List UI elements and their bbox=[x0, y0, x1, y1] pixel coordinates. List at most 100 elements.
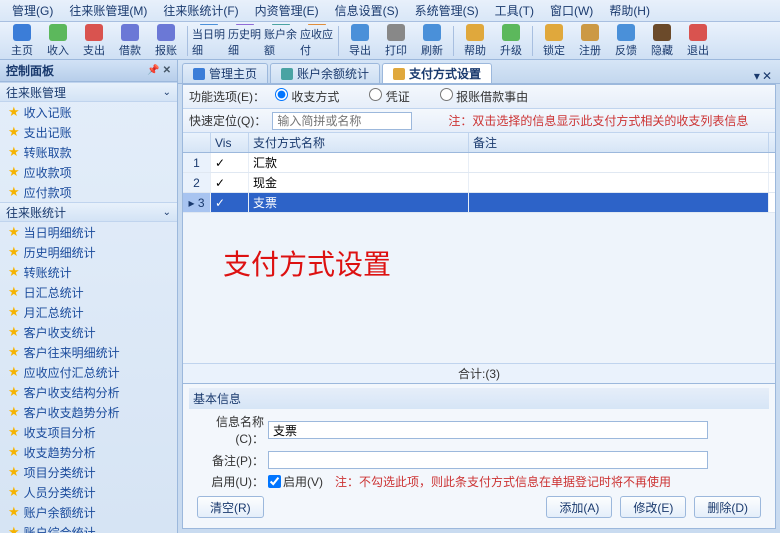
tab-管理主页[interactable]: 管理主页 bbox=[182, 63, 268, 83]
menuitem[interactable]: 往来账统计(F) bbox=[155, 0, 246, 21]
pin-icon[interactable]: 📌 ✕ bbox=[147, 65, 171, 76]
toolbar-退出[interactable]: 退出 bbox=[681, 24, 715, 58]
sidebar-item-label: 应收应付汇总统计 bbox=[24, 364, 120, 381]
name-input[interactable] bbox=[268, 421, 708, 439]
del-button[interactable]: 删除(D) bbox=[694, 496, 761, 518]
menuitem[interactable]: 内资管理(E) bbox=[247, 0, 327, 21]
sidebar-item[interactable]: ★转账取款 bbox=[0, 142, 177, 162]
sidebar-item-label: 账户综合统计 bbox=[24, 524, 96, 533]
sidebar-item[interactable]: ★客户收支结构分析 bbox=[0, 382, 177, 402]
toolbar-报账[interactable]: 报账 bbox=[149, 24, 183, 58]
table-row[interactable]: 1✓汇款 bbox=[183, 153, 775, 173]
note-input[interactable] bbox=[268, 451, 708, 469]
tab-label: 账户余额统计 bbox=[297, 65, 369, 82]
sidebar-item[interactable]: ★客户收支趋势分析 bbox=[0, 402, 177, 422]
star-icon: ★ bbox=[8, 164, 20, 180]
radio-报账借款事由[interactable]: 报账借款事由 bbox=[440, 90, 528, 104]
toolbar-separator bbox=[338, 26, 339, 56]
toolbar-升级[interactable]: 升级 bbox=[494, 24, 528, 58]
toolbar-隐藏[interactable]: 隐藏 bbox=[645, 24, 679, 58]
toolbar-历史明细[interactable]: 历史明细 bbox=[228, 24, 262, 58]
导出-icon bbox=[351, 24, 369, 41]
toolbar-账户余额[interactable]: 账户余额 bbox=[264, 24, 298, 58]
tab-label: 支付方式设置 bbox=[409, 65, 481, 82]
toolbar-支出[interactable]: 支出 bbox=[77, 24, 111, 58]
tab-icon bbox=[393, 68, 405, 80]
clear-button[interactable]: 清空(R) bbox=[197, 496, 264, 518]
sidebar-item[interactable]: ★月汇总统计 bbox=[0, 302, 177, 322]
accordion-往来账统计[interactable]: 往来账统计⌄ bbox=[0, 202, 177, 222]
toolbar-帮助[interactable]: 帮助 bbox=[458, 24, 492, 58]
menuitem[interactable]: 往来账管理(M) bbox=[61, 0, 155, 21]
sidebar-item[interactable]: ★收支趋势分析 bbox=[0, 442, 177, 462]
canvas: 支付方式设置 bbox=[183, 213, 775, 363]
toolbar-注册[interactable]: 注册 bbox=[573, 24, 607, 58]
toolbar-应收应付[interactable]: 应收应付 bbox=[300, 24, 334, 58]
table-row[interactable]: ▸ 3✓支票 bbox=[183, 193, 775, 213]
sidebar-item[interactable]: ★历史明细统计 bbox=[0, 242, 177, 262]
sidebar-item[interactable]: ★账户综合统计 bbox=[0, 522, 177, 533]
sidebar-item[interactable]: ★收入记账 bbox=[0, 102, 177, 122]
col-header[interactable]: 支付方式名称 bbox=[249, 133, 469, 152]
quick-row: 快速定位(Q)： 注：双击选择的信息显示此支付方式相关的收支列表信息 bbox=[183, 109, 775, 133]
toolbar-反馈[interactable]: 反馈 bbox=[609, 24, 643, 58]
toolbar-label: 支出 bbox=[83, 42, 105, 58]
报账-icon bbox=[157, 24, 175, 41]
tab-close-icon[interactable]: ✕ bbox=[762, 69, 772, 83]
toolbar-刷新[interactable]: 刷新 bbox=[415, 24, 449, 58]
add-button[interactable]: 添加(A) bbox=[546, 496, 612, 518]
quick-note: 注：双击选择的信息显示此支付方式相关的收支列表信息 bbox=[448, 112, 748, 129]
sidebar-item[interactable]: ★人员分类统计 bbox=[0, 482, 177, 502]
tab-icon bbox=[193, 68, 205, 80]
tab-账户余额统计[interactable]: 账户余额统计 bbox=[270, 63, 380, 83]
enable-checkbox[interactable] bbox=[268, 475, 281, 488]
sidebar-item[interactable]: ★项目分类统计 bbox=[0, 462, 177, 482]
menuitem[interactable]: 工具(T) bbox=[487, 0, 542, 21]
menuitem[interactable]: 系统管理(S) bbox=[407, 0, 487, 21]
sidebar-item[interactable]: ★应付款项 bbox=[0, 182, 177, 202]
sidebar-item[interactable]: ★收支项目分析 bbox=[0, 422, 177, 442]
col-header[interactable] bbox=[183, 133, 211, 152]
sidebar-item-label: 客户收支结构分析 bbox=[24, 384, 120, 401]
radio-收支方式[interactable]: 收支方式 bbox=[275, 90, 339, 104]
col-header[interactable]: 备注 bbox=[469, 133, 769, 152]
radio-input[interactable] bbox=[369, 88, 382, 101]
content: 功能选项(E)： 收支方式 凭证 报账借款事由 快速定位(Q)： 注：双击选择的… bbox=[182, 84, 776, 529]
menuitem[interactable]: 管理(G) bbox=[4, 0, 61, 21]
col-header[interactable]: Vis bbox=[211, 133, 249, 152]
toolbar-主页[interactable]: 主页 bbox=[5, 24, 39, 58]
enable-check[interactable]: 启用(V) bbox=[268, 473, 323, 490]
cell bbox=[469, 153, 769, 172]
sidebar-item[interactable]: ★客户往来明细统计 bbox=[0, 342, 177, 362]
sidebar-item-label: 应付款项 bbox=[24, 184, 72, 201]
sidebar-item[interactable]: ★应收应付汇总统计 bbox=[0, 362, 177, 382]
toolbar-锁定[interactable]: 锁定 bbox=[537, 24, 571, 58]
sidebar-item[interactable]: ★当日明细统计 bbox=[0, 222, 177, 242]
option-label: 功能选项(E)： bbox=[189, 88, 265, 105]
quick-input[interactable] bbox=[272, 112, 412, 130]
sidebar-item[interactable]: ★账户余额统计 bbox=[0, 502, 177, 522]
sidebar-item[interactable]: ★应收款项 bbox=[0, 162, 177, 182]
menuitem[interactable]: 窗口(W) bbox=[542, 0, 601, 21]
tab-支付方式设置[interactable]: 支付方式设置 bbox=[382, 63, 492, 83]
table-row[interactable]: 2✓现金 bbox=[183, 173, 775, 193]
toolbar-当日明细[interactable]: 当日明细 bbox=[192, 24, 226, 58]
toolbar-导出[interactable]: 导出 bbox=[343, 24, 377, 58]
sidebar-item[interactable]: ★转账统计 bbox=[0, 262, 177, 282]
toolbar-借款[interactable]: 借款 bbox=[113, 24, 147, 58]
accordion-往来账管理[interactable]: 往来账管理⌄ bbox=[0, 82, 177, 102]
sidebar-item[interactable]: ★日汇总统计 bbox=[0, 282, 177, 302]
sidebar-item-label: 客户收支趋势分析 bbox=[24, 404, 120, 421]
sidebar-item[interactable]: ★客户收支统计 bbox=[0, 322, 177, 342]
sidebar-item[interactable]: ★支出记账 bbox=[0, 122, 177, 142]
menuitem[interactable]: 帮助(H) bbox=[601, 0, 658, 21]
toolbar-打印[interactable]: 打印 bbox=[379, 24, 413, 58]
tab-menu-icon[interactable]: ▾ bbox=[754, 69, 760, 83]
radio-input[interactable] bbox=[440, 88, 453, 101]
toolbar-收入[interactable]: 收入 bbox=[41, 24, 75, 58]
menuitem[interactable]: 信息设置(S) bbox=[327, 0, 407, 21]
cell bbox=[469, 173, 769, 192]
radio-input[interactable] bbox=[275, 88, 288, 101]
radio-凭证[interactable]: 凭证 bbox=[369, 90, 409, 104]
edit-button[interactable]: 修改(E) bbox=[620, 496, 686, 518]
